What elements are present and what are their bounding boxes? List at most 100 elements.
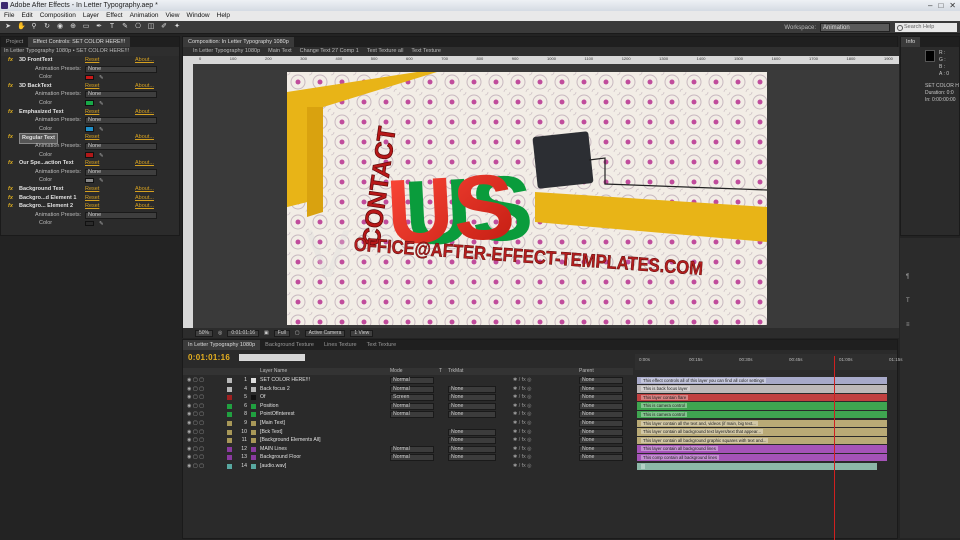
current-time-display[interactable]: 0:01:01:16 bbox=[227, 329, 260, 337]
minimize-button[interactable]: – bbox=[928, 1, 932, 10]
parent-dropdown[interactable]: None bbox=[579, 385, 623, 393]
layer-duration-bar[interactable]: This is camera control bbox=[637, 402, 887, 410]
parent-dropdown[interactable]: None bbox=[579, 411, 623, 419]
menu-edit[interactable]: Edit bbox=[21, 11, 32, 21]
layer-row[interactable]: ◉ ▢ ▢ 10 [Bck Text] None ✱ / fx ◎ None bbox=[183, 428, 633, 437]
layer-row[interactable]: ◉ ▢ ▢ 1 SET COLOR HERE!!! Normal ✱ / fx ◎ N… bbox=[183, 376, 633, 385]
label-color-swatch[interactable] bbox=[227, 464, 232, 469]
tab-info[interactable]: Info bbox=[901, 37, 921, 47]
layer-row[interactable]: ◉ ▢ ▢ 13 Background Floor Normal None ✱ / f… bbox=[183, 453, 633, 462]
visibility-eye-icon[interactable]: ◉ ▢ ▢ bbox=[187, 436, 204, 445]
breadcrumb-item[interactable]: Main Text bbox=[268, 47, 291, 56]
fx-toggle-icon[interactable]: fx bbox=[8, 56, 13, 65]
animation-presets-dropdown[interactable]: None bbox=[85, 117, 157, 125]
visibility-eye-icon[interactable]: ◉ ▢ ▢ bbox=[187, 462, 204, 471]
about-link[interactable]: About... bbox=[135, 202, 154, 211]
parent-dropdown[interactable]: None bbox=[579, 445, 623, 453]
layer-duration-bar[interactable]: This is back focus layer bbox=[637, 385, 887, 393]
layer-name[interactable]: Background Floor bbox=[260, 453, 301, 462]
color-swatch[interactable] bbox=[85, 100, 94, 106]
layer-switches[interactable]: ✱ / fx ◎ bbox=[513, 462, 532, 471]
label-color-swatch[interactable] bbox=[227, 438, 232, 444]
label-color-swatch[interactable] bbox=[227, 403, 232, 409]
parent-dropdown[interactable]: None bbox=[579, 428, 623, 436]
color-swatch[interactable] bbox=[85, 152, 94, 158]
close-button[interactable]: ✕ bbox=[949, 1, 956, 10]
align-icon[interactable]: ≡ bbox=[906, 322, 910, 328]
effect-name[interactable]: 3D BackText bbox=[19, 82, 52, 91]
blend-mode-dropdown[interactable]: Normal bbox=[390, 402, 434, 410]
layer-row[interactable]: ◉ ▢ ▢ 11 [Background Elements All] None ✱ … bbox=[183, 436, 633, 445]
layer-name[interactable]: [Main Text] bbox=[260, 419, 285, 428]
menu-effect[interactable]: Effect bbox=[106, 11, 123, 21]
camera-view-dropdown[interactable]: Active Camera bbox=[304, 329, 346, 337]
layer-switches[interactable]: ✱ / fx ◎ bbox=[513, 376, 532, 385]
fx-toggle-icon[interactable]: fx bbox=[8, 159, 13, 168]
color-swatch[interactable] bbox=[85, 74, 94, 81]
menu-window[interactable]: Window bbox=[187, 11, 210, 21]
search-help-input[interactable]: Search Help bbox=[895, 23, 957, 32]
layer-row[interactable]: ◉ ▢ ▢ 4 Back focus 2 Normal None ✱ / fx ◎ No… bbox=[183, 385, 633, 394]
breadcrumb-item[interactable]: In Letter Typography 1080p bbox=[193, 47, 260, 56]
breadcrumb-item[interactable]: Change Text 27 Comp 1 bbox=[300, 47, 359, 56]
layer-row[interactable]: ◉ ▢ ▢ 12 MAIN Lines Normal None ✱ / fx ◎ Non… bbox=[183, 445, 633, 454]
fx-toggle-icon[interactable]: fx bbox=[8, 194, 13, 203]
fx-toggle-icon[interactable]: fx bbox=[8, 185, 13, 194]
effect-name[interactable]: Backgro...d Element 1 bbox=[19, 194, 76, 203]
eraser-tool-icon[interactable]: ◫ bbox=[147, 23, 155, 31]
effect-name[interactable]: Backgro... Element 2 bbox=[19, 202, 73, 211]
layer-name[interactable]: [Background Elements All] bbox=[260, 436, 321, 445]
reset-link[interactable]: Reset bbox=[85, 56, 99, 65]
layer-name[interactable]: [audio.wav] bbox=[260, 462, 286, 471]
layer-name[interactable]: MAIN Lines bbox=[260, 445, 287, 454]
fx-toggle-icon[interactable]: fx bbox=[8, 133, 13, 142]
pan-behind-tool-icon[interactable]: ⊕ bbox=[69, 23, 77, 31]
label-color-swatch[interactable] bbox=[227, 412, 232, 418]
label-color-swatch[interactable] bbox=[227, 395, 232, 401]
view-layout-dropdown[interactable]: 1 View bbox=[350, 329, 374, 337]
layer-duration-bar[interactable]: This effect controls all of this layer y… bbox=[637, 376, 887, 384]
reset-link[interactable]: Reset bbox=[85, 185, 99, 194]
blend-mode-dropdown[interactable]: Normal bbox=[390, 377, 434, 384]
current-time-indicator[interactable] bbox=[834, 356, 835, 540]
effect-name[interactable]: Background Text bbox=[19, 185, 64, 194]
zoom-tool-icon[interactable]: ⚲ bbox=[30, 23, 38, 31]
track-matte-dropdown[interactable]: None bbox=[448, 445, 496, 453]
color-swatch[interactable] bbox=[85, 220, 94, 227]
layer-name[interactable]: Of bbox=[260, 393, 265, 402]
reset-link[interactable]: Reset bbox=[85, 133, 99, 142]
layer-search-input[interactable] bbox=[239, 354, 305, 361]
about-link[interactable]: About... bbox=[135, 82, 154, 91]
selection-tool-icon[interactable]: ➤ bbox=[4, 23, 12, 31]
layer-duration-bar[interactable]: This layer contain all background text l… bbox=[637, 428, 887, 436]
menu-view[interactable]: View bbox=[166, 11, 180, 21]
blend-mode-dropdown[interactable]: Normal bbox=[390, 445, 434, 453]
about-link[interactable]: About... bbox=[135, 159, 154, 168]
layer-row[interactable]: ◉ ▢ ▢ 9 [Main Text] ✱ / fx ◎ None bbox=[183, 419, 633, 428]
pen-tool-icon[interactable]: ✒ bbox=[95, 23, 103, 31]
parent-dropdown[interactable]: None bbox=[579, 454, 623, 462]
paragraph-icon[interactable]: ¶ bbox=[906, 274, 909, 280]
reset-link[interactable]: Reset bbox=[85, 202, 99, 211]
layer-row[interactable]: ◉ ▢ ▢ 8 PointOfInterest Normal None ✱ / fx … bbox=[183, 410, 633, 419]
fx-toggle-icon[interactable]: fx bbox=[8, 202, 13, 211]
column-layer-name[interactable]: Layer Name bbox=[260, 368, 287, 375]
track-matte-dropdown[interactable]: None bbox=[448, 411, 496, 419]
layer-name[interactable]: PointOfInterest bbox=[260, 410, 295, 419]
color-swatch[interactable] bbox=[85, 126, 94, 132]
tab-project[interactable]: Project bbox=[1, 37, 28, 47]
layer-switches[interactable]: ✱ / fx ◎ bbox=[513, 402, 532, 411]
layer-row[interactable]: ◉ ▢ ▢ 5 Of Screen None ✱ / fx ◎ None bbox=[183, 393, 633, 402]
layer-name[interactable]: [Bck Text] bbox=[260, 428, 282, 437]
blend-mode-dropdown[interactable]: Normal bbox=[390, 411, 434, 419]
track-matte-dropdown[interactable]: None bbox=[448, 385, 496, 393]
blend-mode-dropdown[interactable]: Normal bbox=[390, 454, 434, 462]
visibility-eye-icon[interactable]: ◉ ▢ ▢ bbox=[187, 410, 204, 419]
column-parent[interactable]: Parent bbox=[579, 368, 594, 375]
layer-switches[interactable]: ✱ / fx ◎ bbox=[513, 385, 532, 394]
column-trkmat[interactable]: TrkMat bbox=[448, 368, 463, 375]
time-ruler[interactable]: 0:00s 00:15s 00:30s 00:45s 01:00s 01:15s bbox=[635, 354, 903, 370]
about-link[interactable]: About... bbox=[135, 133, 154, 142]
label-color-swatch[interactable] bbox=[227, 429, 232, 435]
eyedropper-icon[interactable]: ✎ bbox=[99, 220, 104, 229]
